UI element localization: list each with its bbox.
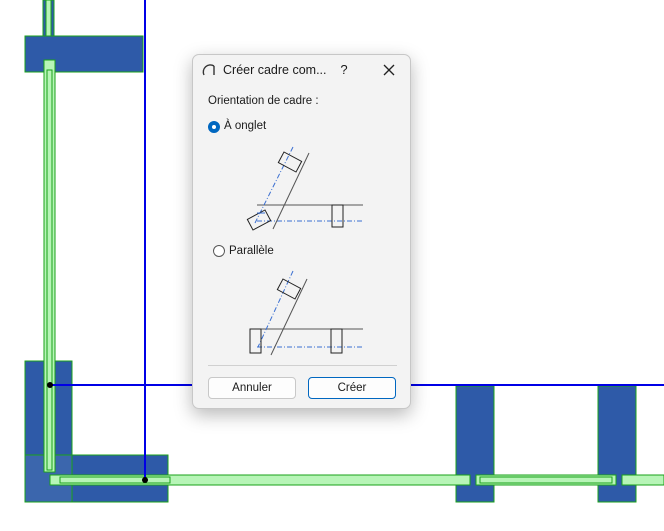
frame-member[interactable] — [45, 0, 52, 37]
frame-member[interactable] — [43, 59, 56, 473]
radio-miter-label[interactable]: À onglet — [224, 120, 266, 132]
create-frame-dialog: Créer cadre com... ? Orientation de cadr… — [192, 54, 411, 409]
dialog-title: Créer cadre com... — [223, 63, 327, 77]
frame-arc-icon — [202, 64, 215, 76]
miter-illustration — [246, 146, 363, 231]
cancel-button[interactable]: Annuler — [208, 377, 296, 399]
node-point[interactable] — [142, 477, 148, 483]
close-icon[interactable] — [379, 61, 399, 79]
radio-miter[interactable] — [208, 121, 220, 133]
orientation-label: Orientation de cadre : — [208, 95, 319, 107]
node-point[interactable] — [47, 382, 53, 388]
frame-member[interactable] — [621, 474, 664, 486]
dialog-titlebar[interactable]: Créer cadre com... ? — [193, 55, 410, 85]
radio-parallel-label[interactable]: Parallèle — [229, 245, 274, 257]
radio-parallel[interactable] — [213, 245, 225, 257]
wall-block — [24, 35, 144, 73]
parallel-illustration — [249, 270, 363, 356]
create-button[interactable]: Créer — [308, 377, 396, 399]
dialog-separator — [208, 365, 397, 366]
help-button[interactable]: ? — [335, 61, 353, 79]
